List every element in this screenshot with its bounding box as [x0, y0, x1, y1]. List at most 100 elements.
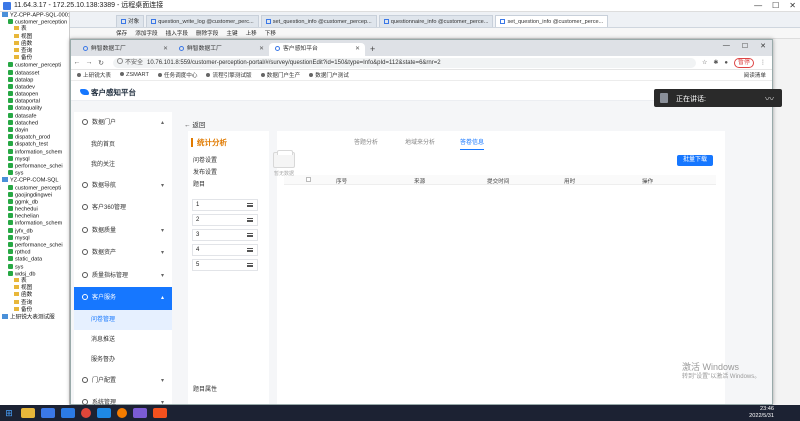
navicat-icon[interactable] — [41, 408, 55, 418]
tree-node[interactable]: 查询 — [0, 47, 69, 55]
stat-analysis-tab[interactable]: 统计分析 — [191, 138, 227, 147]
bookmark[interactable]: ZSMART — [120, 72, 149, 78]
toolbar-button[interactable]: 删除字段 — [196, 29, 218, 37]
tree-node[interactable]: mysql — [0, 234, 69, 242]
menu-item[interactable]: 数据质量 ▾ — [74, 220, 172, 243]
tree-node[interactable]: 表 — [0, 277, 69, 285]
file-explorer-icon[interactable] — [21, 408, 35, 418]
maximize-icon[interactable]: ☐ — [772, 0, 779, 12]
forward-arrow-icon[interactable]: → — [83, 59, 95, 66]
tree-node[interactable]: 上研锐大表测试服 — [0, 313, 69, 321]
tree-node[interactable]: performance_schei — [0, 162, 69, 170]
tree-node[interactable]: dispatch_test — [0, 141, 69, 148]
tree-node[interactable]: 查询 — [0, 299, 69, 307]
navicat-tab[interactable]: questionnaire_info @customer_perce... — [378, 15, 494, 27]
tree-node[interactable]: 备份 — [0, 306, 69, 314]
bookmark[interactable]: 上研锐大表 — [77, 71, 111, 79]
bookmark[interactable]: 数据门户生产 — [261, 71, 301, 79]
tree-node[interactable]: hechedui — [0, 206, 69, 213]
question-row[interactable]: 2 — [192, 214, 258, 226]
toolbar-button[interactable]: 上移 — [246, 29, 257, 37]
tree-node[interactable]: datadev — [0, 83, 69, 91]
tree-node[interactable]: performance_schei — [0, 242, 69, 249]
tree-node[interactable]: customer_percepti — [0, 62, 69, 69]
browser-maximize-icon[interactable]: ☐ — [742, 42, 748, 50]
tree-node[interactable]: customer_percepti — [0, 184, 69, 192]
back-arrow-icon[interactable]: ← — [71, 59, 83, 66]
navicat-tab[interactable]: 对象 — [116, 15, 145, 27]
tree-node[interactable]: 函数 — [0, 40, 69, 48]
star-icon[interactable]: ☆ — [702, 59, 707, 66]
menu-dots-icon[interactable]: ⋮ — [760, 59, 766, 66]
tree-node[interactable]: 函数 — [0, 292, 69, 299]
tree-node[interactable]: jyfx_db — [0, 227, 69, 235]
tree-node[interactable]: datached — [0, 119, 69, 127]
bookmark[interactable]: 任务调度中心 — [158, 71, 198, 79]
tab-close-icon[interactable]: ✕ — [355, 43, 360, 56]
tree-node[interactable]: rpthcd — [0, 249, 69, 256]
menu-item[interactable]: 质量指标管理 ▾ — [74, 265, 172, 288]
menu-item[interactable]: 数据导航 ▾ — [74, 175, 172, 198]
tree-node[interactable]: dispatch_prod — [0, 134, 69, 141]
connection-tree[interactable]: YZ-CPP-APP-SQL-0001 customer_perception 表视… — [0, 12, 70, 405]
menu-item[interactable]: 客户360管理 — [74, 197, 172, 220]
profile-icon[interactable]: ● — [724, 60, 728, 66]
browser-minimize-icon[interactable]: — — [723, 42, 730, 50]
tree-node[interactable]: YZ-CPP-COM-SQL — [0, 177, 69, 184]
app-logo[interactable]: 客户感知平台 — [80, 87, 136, 98]
new-tab-icon[interactable]: + — [365, 43, 380, 56]
browser-tab[interactable]: 鲜智数据工厂 ✕ — [173, 43, 269, 56]
tree-node[interactable]: hechelian — [0, 213, 69, 220]
toolbar-button[interactable]: 主键 — [226, 29, 237, 37]
question-row[interactable]: 4 — [192, 244, 258, 256]
url-input[interactable]: 不安全 10.76.101.8:559/customer-perception-p… — [113, 57, 696, 68]
reading-list[interactable]: 阅读清单 — [744, 71, 772, 79]
terminal-icon[interactable] — [61, 408, 75, 418]
bulk-download-button[interactable]: 批量下载 — [676, 155, 713, 166]
tab-region-analysis[interactable]: 地域来分析 — [405, 137, 435, 146]
menu-item[interactable]: 门户配置 ▾ — [74, 370, 172, 393]
browser-close-icon[interactable]: ✕ — [760, 42, 766, 50]
tree-node[interactable]: 视图 — [0, 285, 69, 292]
drag-handle-icon[interactable] — [247, 233, 253, 237]
tree-node[interactable]: dataopen — [0, 91, 69, 98]
tree-node[interactable]: wdsj_db — [0, 270, 69, 278]
drag-handle-icon[interactable] — [247, 218, 253, 222]
tree-node[interactable]: datalap — [0, 76, 69, 84]
tree-node[interactable]: information_schem — [0, 148, 69, 156]
toolbar-button[interactable]: 插入字段 — [166, 29, 188, 37]
submenu-item[interactable]: 服务督办 — [74, 350, 172, 370]
menu-item[interactable]: 数据资产 ▾ — [74, 242, 172, 265]
tab-close-icon[interactable]: ✕ — [163, 43, 168, 56]
toolbar-button[interactable]: 添加字段 — [135, 29, 157, 37]
menu-item[interactable]: 客户服务 ▴ — [74, 287, 172, 310]
question-row[interactable]: 1 — [192, 199, 258, 211]
app-icon[interactable] — [97, 408, 111, 418]
app-icon[interactable] — [133, 408, 147, 418]
chrome-icon[interactable] — [81, 408, 91, 418]
question-row[interactable]: 5 — [192, 259, 258, 271]
system-clock[interactable]: 23:46 2022/5/31 — [749, 406, 774, 420]
select-all-checkbox[interactable] — [306, 177, 311, 182]
tab-close-icon[interactable]: ✕ — [259, 43, 264, 56]
publish-settings-link[interactable]: 发布设置 — [193, 167, 217, 176]
drag-handle-icon[interactable] — [247, 203, 253, 207]
tree-node[interactable]: dataportal — [0, 98, 69, 105]
tree-node[interactable]: sys — [0, 170, 69, 177]
tree-node[interactable]: datasafe — [0, 112, 69, 120]
tree-node[interactable]: gaojingdingwei — [0, 191, 69, 199]
close-icon[interactable]: ✕ — [789, 0, 796, 12]
submenu-item[interactable]: 我的关注 — [74, 155, 172, 175]
navicat-tab[interactable]: question_write_log @customer_perc... — [146, 15, 259, 27]
tab-answer-analysis[interactable]: 答题分析 — [354, 137, 378, 146]
tab-answer-info[interactable]: 答卷信息 — [460, 137, 485, 150]
navicat-tab[interactable]: set_question_info @customer_perce... — [495, 15, 609, 27]
submenu-item[interactable]: 问卷管理 — [74, 309, 172, 330]
submenu-item[interactable]: 消息推送 — [74, 330, 172, 350]
pause-sync-button[interactable]: 暂停 — [733, 57, 754, 68]
bookmark[interactable]: 流程引擎测试版 — [206, 71, 251, 79]
reload-icon[interactable]: ↻ — [95, 59, 107, 67]
extensions-icon[interactable]: ✱ — [713, 59, 718, 66]
back-link[interactable]: ← 返回 — [184, 119, 205, 129]
browser-tab-active[interactable]: 客户感知平台 ✕ — [269, 43, 365, 56]
